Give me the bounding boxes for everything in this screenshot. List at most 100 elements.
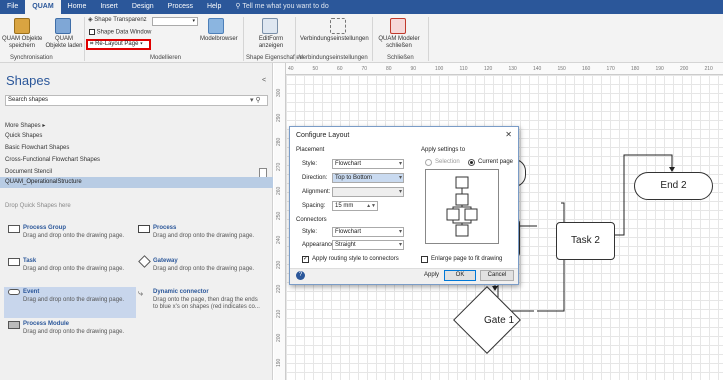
tab-home[interactable]: Home [61, 0, 94, 14]
shape-name: Process Module [23, 321, 70, 327]
cancel-button[interactable]: Cancel [480, 270, 514, 281]
ribbon-tab-bar: File QUAM Home Insert Design Process Hel… [0, 0, 723, 14]
preview-box [455, 193, 469, 206]
shape-process-module[interactable]: Process Module Drag and drop onto the dr… [4, 319, 136, 347]
alignment-select[interactable]: ▾ [332, 187, 404, 197]
layout-preview [425, 169, 499, 244]
enlarge-page-checkbox[interactable] [421, 256, 428, 263]
connector-style-value: Flowchart [335, 229, 362, 235]
quam-save-icon [14, 18, 30, 34]
quam-load-line2: Objekte laden [45, 43, 83, 49]
direction-select[interactable]: Top to Bottom ▾ [332, 173, 404, 183]
group-separator [295, 17, 296, 61]
close-icon[interactable]: ✕ [505, 130, 512, 139]
chevron-down-icon: ▾ [398, 242, 402, 248]
stencil-link-document[interactable]: Document Stencil [5, 169, 52, 175]
relayout-page-button[interactable]: ⌗ Re-Layout Page ▾ [86, 39, 151, 50]
spacing-value: 15 mm [335, 203, 354, 209]
shape-process-group[interactable]: Process Group Drag and drop onto the dra… [4, 223, 136, 251]
task-2-shape[interactable]: Task 2 [556, 222, 615, 260]
shape-transparency-button[interactable]: ◈ Shape Transparenz [88, 17, 147, 24]
shape-dynamic-connector[interactable]: ⤷ Dynamic connector Drag onto the page, … [134, 287, 266, 318]
selection-radio[interactable] [425, 159, 432, 166]
pane-title: Shapes [6, 73, 51, 88]
apply-routing-checkbox[interactable]: ✓ [302, 256, 309, 263]
group-verbindungseinstellungen: Verbindungseinstellungen [299, 55, 368, 61]
direction-value: Top to Bottom [335, 175, 373, 181]
apply-routing-label: Apply routing style to connectors [312, 256, 399, 262]
stencil-link-cross-functional[interactable]: Cross-Functional Flowchart Shapes [5, 157, 100, 163]
placement-style-select[interactable]: Flowchart ▾ [332, 159, 404, 169]
tab-quam[interactable]: QUAM [25, 0, 61, 14]
more-shapes-link[interactable]: More Shapes ▸ [5, 122, 45, 129]
editform-button[interactable]: EditForm anzeigen [254, 36, 288, 50]
tab-help[interactable]: Help [200, 0, 228, 14]
close-modeler-icon [390, 18, 406, 34]
appearance-select[interactable]: Straight ▾ [332, 240, 404, 250]
shape-event[interactable]: Event Drag and drop onto the drawing pag… [4, 287, 136, 318]
gate-1-label: Gate 1 [483, 315, 515, 326]
relayout-icon: ⌗ [90, 41, 94, 47]
current-page-radio[interactable] [468, 159, 475, 166]
tab-process[interactable]: Process [161, 0, 200, 14]
tab-design[interactable]: Design [125, 0, 161, 14]
modelbrowser-icon [208, 18, 224, 34]
tell-me-text: Tell me what you want to do [242, 3, 329, 10]
preview-box [446, 208, 460, 221]
quam-load-icon [55, 18, 71, 34]
relayout-page-label: Re-Layout Page [95, 41, 139, 47]
drop-hint: Drop Quick Shapes here [5, 203, 71, 209]
alignment-label: Alignment: [302, 189, 331, 195]
process-module-icon [8, 321, 20, 329]
help-icon[interactable]: ? [296, 271, 305, 280]
group-separator [372, 17, 373, 61]
shape-data-window-checkbox[interactable] [89, 29, 95, 35]
preview-box [464, 208, 478, 221]
connectors-heading: Connectors [296, 217, 327, 223]
modelbrowser-button[interactable]: Modelbrowser [200, 36, 238, 43]
task-2-label: Task 2 [571, 235, 600, 246]
dialog-title: Configure Layout [296, 132, 350, 139]
connector-icon: ⤷ [138, 288, 144, 298]
chevron-down-icon: ▾ [398, 229, 402, 235]
stencil-active-quam[interactable]: QUAM_OperationalStructure [0, 177, 273, 188]
process-group-icon [8, 225, 20, 233]
connection-settings-button[interactable]: Verbindungseinstellungen [300, 36, 369, 43]
transparency-dropdown[interactable]: ▾ [152, 17, 198, 26]
chevron-down-icon: ▾ [140, 41, 143, 47]
stencil-link-quick-shapes[interactable]: Quick Shapes [5, 133, 42, 139]
search-input[interactable]: Search shapes [5, 95, 268, 106]
search-icon[interactable]: ▾ ⚲ [250, 96, 261, 104]
shape-gateway[interactable]: Gateway Drag and drop onto the drawing p… [134, 255, 266, 284]
close-modeler-button[interactable]: QUAM Modeler schließen [376, 36, 422, 50]
spacing-label: Spacing: [302, 203, 326, 209]
spacing-input[interactable]: 15 mm ▲▼ [332, 201, 378, 211]
tab-file[interactable]: File [0, 0, 25, 14]
shape-process[interactable]: Process Drag and drop onto the drawing p… [134, 223, 266, 251]
shape-desc: Drag and drop onto the drawing page. [23, 329, 125, 335]
connector-style-select[interactable]: Flowchart ▾ [332, 227, 404, 237]
apply-button[interactable]: Apply [424, 272, 439, 278]
connection-settings-label: Verbindungseinstellungen [300, 36, 369, 42]
stepper-icon[interactable]: ▲▼ [366, 202, 376, 210]
close-modeler-line1: QUAM Modeler [378, 36, 420, 42]
selection-label: Selection [435, 159, 460, 165]
ok-button[interactable]: OK [444, 270, 476, 281]
appearance-label: Appearance: [302, 242, 337, 248]
stencil-link-basic-flowchart[interactable]: Basic Flowchart Shapes [5, 145, 69, 151]
direction-label: Direction: [302, 175, 328, 181]
collapse-pane-button[interactable]: < [262, 77, 266, 84]
chevron-down-icon: ▾ [398, 189, 402, 195]
chevron-down-icon: ▾ [192, 18, 195, 24]
shape-task[interactable]: Task Drag and drop onto the drawing page… [4, 256, 136, 284]
quam-save-button[interactable]: QUAM Objekte speichern [2, 36, 42, 50]
shape-data-window-toggle[interactable]: Shape Data Window [89, 29, 151, 37]
end-2-shape[interactable]: End 2 [634, 172, 713, 200]
task-icon [8, 258, 20, 266]
group-separator [428, 17, 429, 61]
quam-load-button[interactable]: QUAM Objekte laden [44, 36, 84, 50]
tell-me-box[interactable]: ⚲ Tell me what you want to do [228, 0, 335, 14]
tab-insert[interactable]: Insert [93, 0, 125, 14]
end-2-label: End 2 [660, 180, 687, 191]
editform-icon [262, 18, 278, 34]
